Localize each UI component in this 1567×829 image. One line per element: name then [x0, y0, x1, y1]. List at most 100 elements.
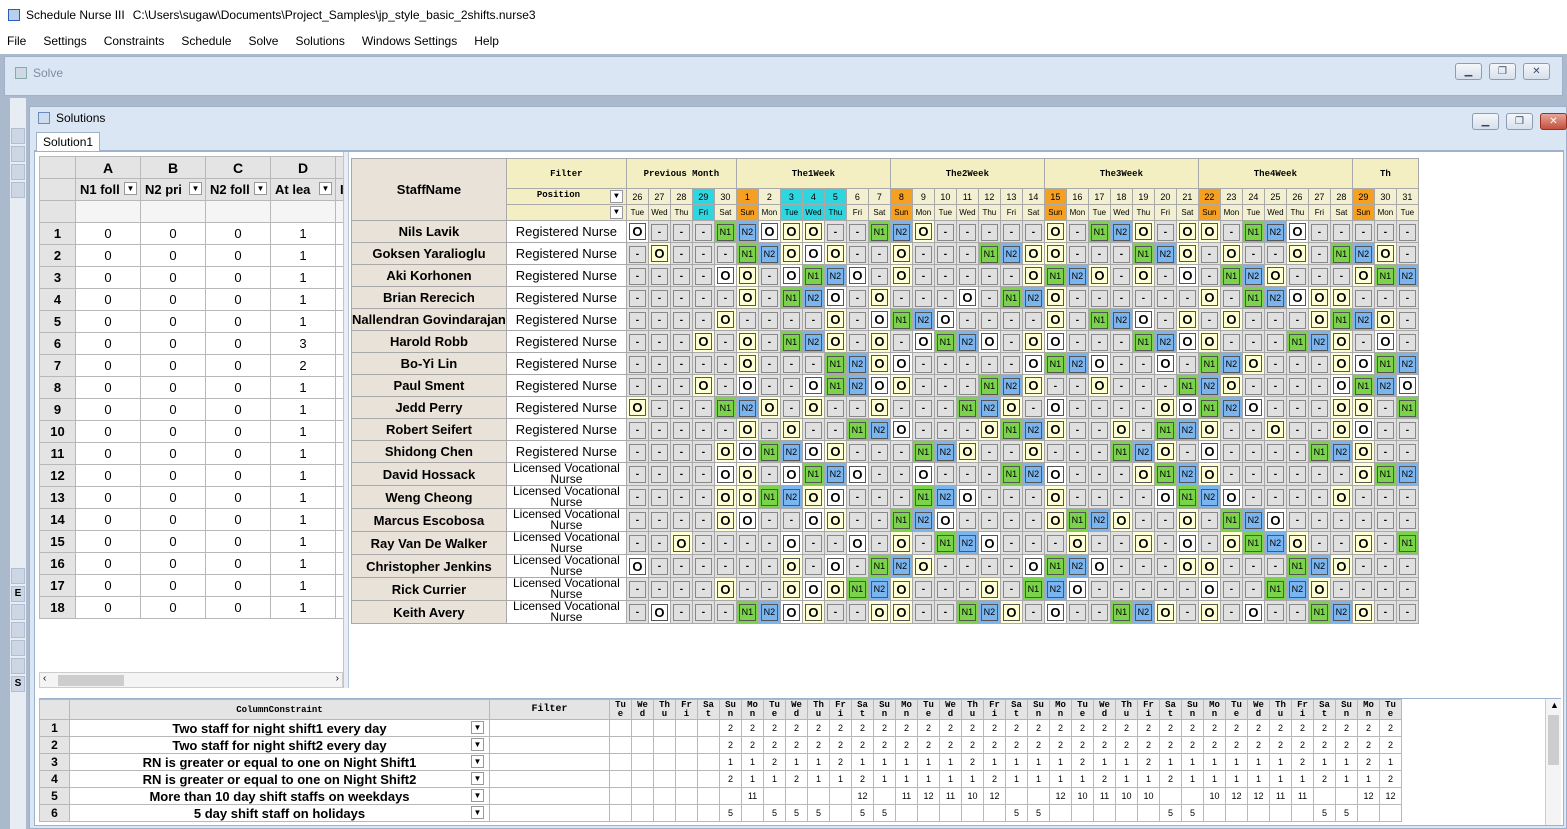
- constraint-value[interactable]: 2: [1335, 736, 1358, 754]
- shift-cell[interactable]: -: [1263, 352, 1287, 375]
- shift-cell[interactable]: -: [1351, 554, 1375, 578]
- shift-cell[interactable]: -: [1087, 577, 1111, 601]
- shift-cell[interactable]: O: [867, 308, 891, 331]
- shift-cell[interactable]: O: [735, 264, 759, 287]
- shift-cell[interactable]: -: [713, 418, 737, 441]
- shift-cell[interactable]: -: [977, 462, 1001, 486]
- shift-cell[interactable]: -: [1395, 440, 1419, 463]
- shift-cell[interactable]: -: [911, 577, 935, 601]
- shift-cell[interactable]: N2: [1065, 554, 1089, 578]
- shift-cell[interactable]: -: [1021, 485, 1045, 509]
- shift-cell[interactable]: -: [1395, 330, 1419, 353]
- shift-cell[interactable]: N2: [779, 440, 803, 463]
- shift-cell[interactable]: O: [801, 577, 825, 601]
- constraint-value[interactable]: 12: [1225, 787, 1248, 805]
- shift-cell[interactable]: -: [669, 264, 693, 287]
- shift-cell[interactable]: -: [1307, 462, 1331, 486]
- shift-cell[interactable]: N2: [801, 330, 825, 353]
- shift-cell[interactable]: N1: [933, 330, 957, 353]
- scroll-up-icon[interactable]: ▲: [1550, 700, 1559, 710]
- shift-cell[interactable]: O: [1329, 352, 1353, 375]
- constraint-value[interactable]: [895, 804, 918, 822]
- shift-cell[interactable]: -: [933, 374, 957, 397]
- shift-cell[interactable]: -: [1241, 577, 1265, 601]
- constraint-value[interactable]: 2: [1049, 736, 1072, 754]
- constraint-value[interactable]: [609, 736, 632, 754]
- row-header[interactable]: 3: [39, 753, 70, 771]
- grid-cell[interactable]: 1: [270, 486, 336, 509]
- shift-cell[interactable]: -: [1131, 554, 1155, 578]
- shift-cell[interactable]: O: [1285, 531, 1309, 555]
- shift-cell[interactable]: O: [801, 600, 825, 624]
- shift-cell[interactable]: N2: [757, 600, 781, 624]
- shift-cell[interactable]: O: [713, 462, 737, 486]
- constraint-value[interactable]: 2: [1137, 753, 1160, 771]
- shift-cell[interactable]: O: [1197, 554, 1221, 578]
- constraint-value[interactable]: 2: [1115, 719, 1138, 737]
- shift-cell[interactable]: O: [1351, 531, 1375, 555]
- shift-cell[interactable]: O: [1021, 440, 1045, 463]
- constraint-value[interactable]: 2: [873, 719, 896, 737]
- vertical-scrollbar[interactable]: ▲: [1545, 699, 1561, 825]
- shift-cell[interactable]: O: [779, 264, 803, 287]
- shift-cell[interactable]: -: [647, 286, 671, 309]
- constraint-value[interactable]: 2: [1203, 736, 1226, 754]
- constraint-value[interactable]: [1159, 787, 1182, 805]
- shift-cell[interactable]: -: [955, 220, 979, 243]
- constraint-value[interactable]: 2: [961, 736, 984, 754]
- grid-cell[interactable]: 1: [270, 376, 336, 399]
- constraint-value[interactable]: 2: [763, 753, 786, 771]
- constraint-value[interactable]: 2: [983, 770, 1006, 788]
- shift-cell[interactable]: -: [867, 531, 891, 555]
- constraint-value[interactable]: 5: [1335, 804, 1358, 822]
- constraint-value[interactable]: 2: [1093, 736, 1116, 754]
- shift-cell[interactable]: N1: [1109, 440, 1133, 463]
- shift-cell[interactable]: O: [1351, 396, 1375, 419]
- shift-cell[interactable]: -: [1065, 286, 1089, 309]
- shift-cell[interactable]: -: [911, 286, 935, 309]
- shift-cell[interactable]: N1: [1109, 600, 1133, 624]
- constraint-value[interactable]: 1: [895, 770, 918, 788]
- shift-cell[interactable]: O: [823, 577, 847, 601]
- shift-cell[interactable]: -: [977, 508, 1001, 532]
- shift-cell[interactable]: N1: [823, 352, 847, 375]
- shift-cell[interactable]: -: [1351, 508, 1375, 532]
- grid-cell[interactable]: 0: [75, 596, 141, 619]
- grid-cell[interactable]: 0: [140, 596, 206, 619]
- constraint-value[interactable]: 2: [807, 736, 830, 754]
- constraint-value[interactable]: 1: [807, 753, 830, 771]
- constraint-value[interactable]: 1: [719, 753, 742, 771]
- shift-cell[interactable]: -: [911, 600, 935, 624]
- shift-cell[interactable]: -: [1153, 264, 1177, 287]
- shift-cell[interactable]: -: [735, 577, 759, 601]
- shift-cell[interactable]: N1: [735, 242, 759, 265]
- shift-cell[interactable]: -: [691, 508, 715, 532]
- grid-cell[interactable]: 0: [75, 376, 141, 399]
- shift-cell[interactable]: O: [889, 418, 913, 441]
- shift-cell[interactable]: -: [713, 352, 737, 375]
- shift-cell[interactable]: -: [779, 374, 803, 397]
- shift-cell[interactable]: O: [889, 352, 913, 375]
- shift-cell[interactable]: -: [1087, 242, 1111, 265]
- shift-cell[interactable]: -: [1043, 440, 1067, 463]
- shift-cell[interactable]: -: [845, 440, 869, 463]
- shift-cell[interactable]: -: [977, 554, 1001, 578]
- shift-cell[interactable]: -: [779, 396, 803, 419]
- shift-cell[interactable]: -: [1373, 508, 1397, 532]
- constraint-value[interactable]: 1: [741, 753, 764, 771]
- tab-solution1[interactable]: Solution1: [36, 132, 101, 152]
- shift-cell[interactable]: -: [955, 554, 979, 578]
- shift-cell[interactable]: -: [625, 577, 649, 601]
- shift-cell[interactable]: N1: [1373, 462, 1397, 486]
- constraint-value[interactable]: 5: [763, 804, 786, 822]
- shift-cell[interactable]: -: [1043, 374, 1067, 397]
- shift-cell[interactable]: -: [691, 396, 715, 419]
- shift-cell[interactable]: O: [955, 440, 979, 463]
- menu-schedule[interactable]: Schedule: [174, 34, 238, 48]
- shift-cell[interactable]: -: [1373, 286, 1397, 309]
- constraint-value[interactable]: 2: [1269, 736, 1292, 754]
- shift-cell[interactable]: O: [911, 554, 935, 578]
- constraint-value[interactable]: 2: [1159, 770, 1182, 788]
- shift-cell[interactable]: O: [1351, 600, 1375, 624]
- constraint-value[interactable]: 10: [961, 787, 984, 805]
